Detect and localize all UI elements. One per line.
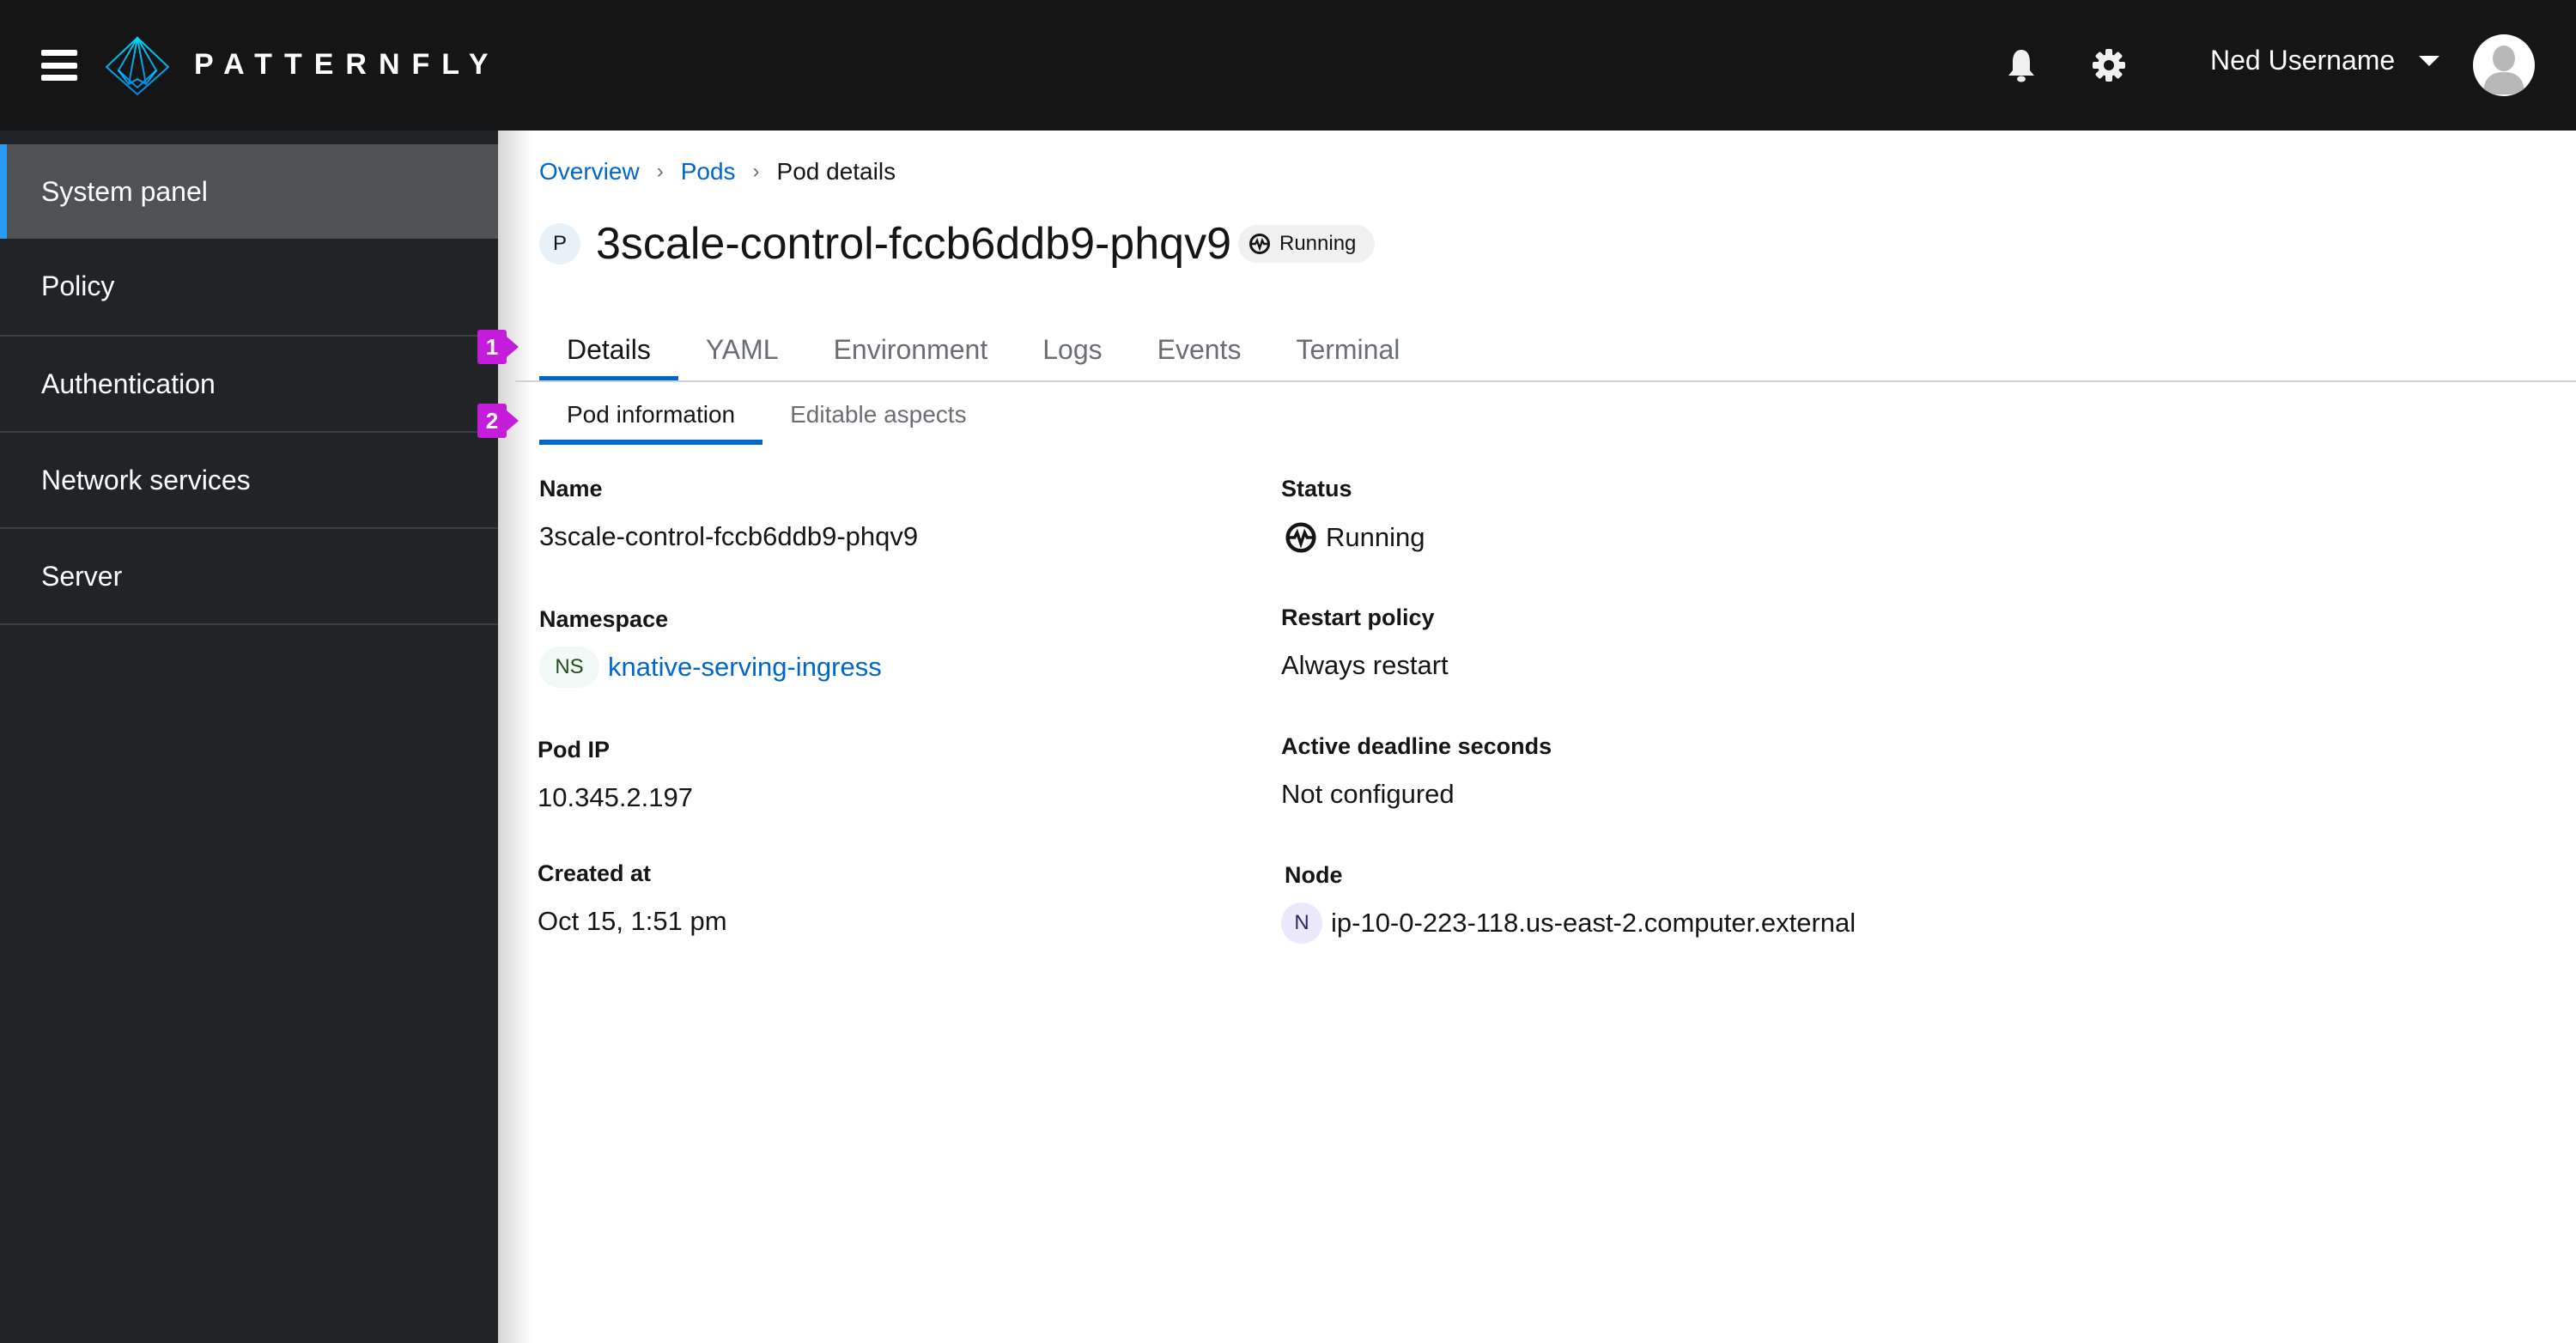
- field-status: Status Running: [1281, 476, 1425, 554]
- field-value: Running: [1281, 521, 1425, 554]
- field-namespace: Namespace NS knative-serving-ingress: [539, 606, 882, 688]
- sidebar-item-network-services[interactable]: Network services: [0, 433, 498, 527]
- sidebar-item-label: Policy: [41, 270, 115, 301]
- field-active-deadline-seconds: Active deadline seconds Not configured: [1281, 733, 1552, 810]
- field-label: Pod IP: [538, 737, 611, 763]
- brand-name: PATTERNFLY: [194, 48, 501, 81]
- status-badge: Running: [1237, 225, 1376, 263]
- sidebar: System panel Policy Authentication Netwo…: [0, 131, 498, 1343]
- annotation-marker-1: 1: [477, 330, 519, 364]
- tabs-divider: [515, 380, 2576, 382]
- subtab-pod-information[interactable]: Pod information: [539, 385, 763, 445]
- active-deadline-value: Not configured: [1281, 779, 1455, 809]
- field-label: Restart policy: [1281, 605, 1435, 630]
- caret-down-icon: [2419, 55, 2440, 66]
- field-pod-ip: Pod IP 10.345.2.197: [538, 737, 693, 813]
- breadcrumb-pods[interactable]: Pods: [681, 158, 736, 185]
- field-value: Oct 15, 1:51 pm: [538, 906, 727, 937]
- sidebar-item-system-panel[interactable]: System panel: [0, 144, 498, 239]
- field-label: Status: [1281, 476, 1352, 501]
- field-label: Node: [1285, 862, 1343, 888]
- tab-events[interactable]: Events: [1130, 318, 1269, 381]
- field-label: Created at: [538, 860, 652, 886]
- status-badge-label: Running: [1279, 232, 1357, 255]
- field-value: Always restart: [1281, 650, 1449, 681]
- page-title: 3scale-control-fccb6ddb9-phqv9: [596, 219, 1231, 269]
- masthead: PATTERNFLY Ned Username: [0, 0, 2576, 131]
- avatar[interactable]: [2473, 34, 2535, 96]
- sidebar-item-policy[interactable]: Policy: [0, 239, 498, 333]
- node-badge: N: [1281, 902, 1322, 944]
- running-icon: [1285, 522, 1316, 553]
- chevron-right-icon: ›: [752, 160, 760, 183]
- tab-yaml[interactable]: YAML: [678, 318, 806, 381]
- field-value: N ip-10-0-223-118.us-east-2.computer.ext…: [1281, 902, 1856, 944]
- bell-icon[interactable]: [2006, 48, 2037, 82]
- pod-name-value: 3scale-control-fccb6ddb9-phqv9: [539, 521, 919, 551]
- field-value: 10.345.2.197: [538, 782, 693, 813]
- field-node: Node N ip-10-0-223-118.us-east-2.compute…: [1281, 862, 1856, 944]
- namespace-badge: NS: [539, 647, 599, 688]
- sidebar-item-server[interactable]: Server: [0, 529, 498, 623]
- menu-icon[interactable]: [41, 50, 77, 81]
- tab-details[interactable]: Details: [539, 318, 678, 381]
- user-dropdown[interactable]: Ned Username: [2210, 45, 2440, 76]
- subtab-editable-aspects[interactable]: Editable aspects: [762, 385, 993, 445]
- sidebar-item-label: Server: [41, 560, 123, 592]
- tab-logs[interactable]: Logs: [1015, 318, 1129, 381]
- sidebar-item-label: Network services: [41, 464, 251, 495]
- sidebar-item-authentication[interactable]: Authentication: [0, 337, 498, 431]
- field-label: Name: [539, 476, 603, 501]
- subtabs: Pod information Editable aspects: [539, 385, 994, 445]
- field-label: Namespace: [539, 606, 669, 632]
- running-icon: [1249, 234, 1270, 254]
- tabs: Details YAML Environment Logs Events Ter…: [539, 318, 1427, 381]
- breadcrumb-current: Pod details: [776, 158, 896, 185]
- breadcrumb: Overview › Pods › Pod details: [539, 158, 896, 185]
- gear-icon[interactable]: [2092, 48, 2126, 82]
- chevron-right-icon: ›: [656, 160, 664, 183]
- avatar-icon: [2483, 46, 2524, 94]
- restart-policy-value: Always restart: [1281, 650, 1449, 680]
- sidebar-item-label: Authentication: [41, 368, 216, 399]
- user-name: Ned Username: [2210, 45, 2396, 76]
- sidebar-divider: [0, 623, 498, 625]
- annotation-marker-2: 2: [477, 404, 519, 438]
- field-label: Active deadline seconds: [1281, 733, 1552, 759]
- field-created-at: Created at Oct 15, 1:51 pm: [538, 860, 727, 937]
- status-value: Running: [1326, 522, 1425, 552]
- patternfly-logo-icon: [105, 36, 170, 96]
- field-value: Not configured: [1281, 779, 1552, 810]
- tab-environment[interactable]: Environment: [806, 318, 1016, 381]
- sidebar-item-label: System panel: [41, 175, 208, 207]
- field-value: NS knative-serving-ingress: [539, 647, 882, 688]
- pod-ip-value: 10.345.2.197: [538, 782, 694, 812]
- resource-badge: P: [539, 223, 580, 264]
- breadcrumb-overview[interactable]: Overview: [539, 158, 640, 185]
- sidebar-shadow: [498, 131, 532, 1343]
- node-value: ip-10-0-223-118.us-east-2.computer.exter…: [1331, 908, 1856, 938]
- field-name: Name 3scale-control-fccb6ddb9-phqv9: [539, 476, 918, 552]
- namespace-link[interactable]: knative-serving-ingress: [608, 652, 882, 683]
- page-header: P 3scale-control-fccb6ddb9-phqv9 Running: [539, 218, 1376, 270]
- tab-terminal[interactable]: Terminal: [1268, 318, 1427, 381]
- field-value: 3scale-control-fccb6ddb9-phqv9: [539, 521, 918, 552]
- created-at-value: Oct 15, 1:51 pm: [538, 906, 727, 936]
- field-restart-policy: Restart policy Always restart: [1281, 605, 1449, 681]
